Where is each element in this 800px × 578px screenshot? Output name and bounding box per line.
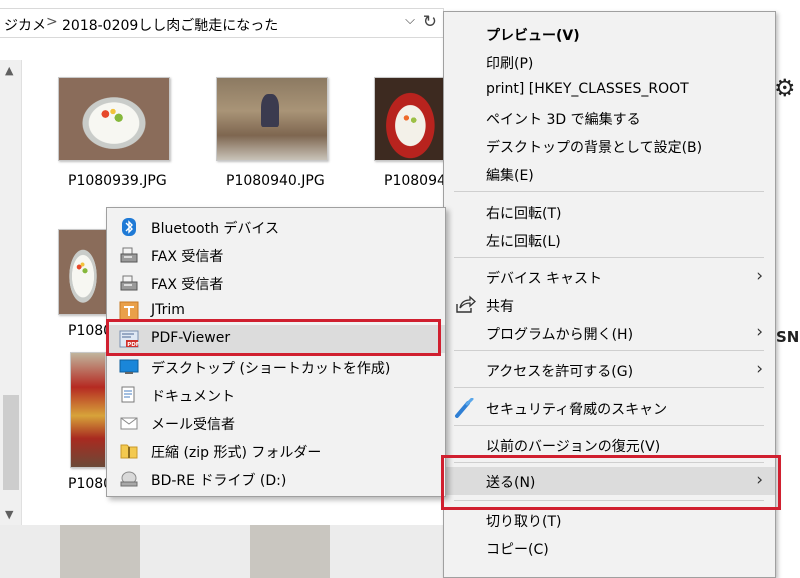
send-to-documents[interactable]: ドキュメント [107, 381, 445, 409]
menu-separator [454, 257, 764, 258]
menu-item-open-with[interactable]: プログラムから開く(H) › [444, 319, 775, 347]
mail-icon [120, 417, 138, 430]
scroll-up-icon[interactable]: ▲ [5, 64, 13, 77]
send-to-mail[interactable]: メール受信者 [107, 409, 445, 437]
background-photo [0, 525, 445, 578]
menu-item-label: プレビュー(V) [486, 28, 580, 44]
file-thumbnail[interactable] [216, 77, 328, 161]
file-name[interactable]: P1080939.JPG [68, 173, 167, 189]
bluetooth-icon [122, 218, 136, 236]
submenu-item-label: FAX 受信者 [151, 277, 224, 293]
defender-icon [455, 398, 474, 418]
address-bar[interactable]: ジカメ > 2018-0209しし肉ご馳走になった ⌵ ↻ [0, 8, 444, 38]
send-to-bd-re-drive[interactable]: BD-RE ドライブ (D:) [107, 465, 445, 493]
menu-item-label: デスクトップの背景として設定(B) [486, 140, 703, 156]
send-to-zip-folder[interactable]: 圧縮 (zip 形式) フォルダー [107, 437, 445, 465]
jtrim-icon [119, 301, 139, 321]
menu-item-label: 共有 [486, 299, 514, 315]
submenu-item-label: ドキュメント [151, 389, 235, 405]
menu-item-rotate-left[interactable]: 左に回転(L) [444, 226, 775, 254]
highlight-box-send-to [441, 455, 781, 510]
send-to-fax[interactable]: FAX 受信者 [107, 241, 445, 269]
menu-item-label: アクセスを許可する(G) [486, 364, 634, 380]
menu-item-print-registry[interactable]: print] [HKEY_CLASSES_ROOT [444, 76, 775, 104]
submenu-item-label: 圧縮 (zip 形式) フォルダー [151, 445, 322, 461]
chevron-right-icon: › [756, 322, 763, 342]
breadcrumb-segment[interactable]: ジカメ [4, 15, 46, 35]
menu-item-label: 以前のバージョンの復元(V) [486, 439, 661, 455]
send-to-fax[interactable]: FAX 受信者 [107, 269, 445, 297]
menu-item-edit[interactable]: 編集(E) [444, 160, 775, 188]
file-thumbnail[interactable] [70, 352, 106, 468]
menu-item-label: 切り取り(T) [486, 514, 562, 530]
file-name[interactable]: P1080940.JPG [226, 173, 325, 189]
menu-item-give-access[interactable]: アクセスを許可する(G) › [444, 356, 775, 384]
documents-icon [121, 386, 135, 403]
menu-item-device-cast[interactable]: デバイス キャスト › [444, 263, 775, 291]
send-to-bluetooth[interactable]: Bluetooth デバイス [107, 213, 445, 241]
submenu-item-label: メール受信者 [151, 417, 235, 433]
chevron-right-icon: › [756, 266, 763, 286]
menu-separator [454, 350, 764, 351]
menu-item-label: セキュリティ脅威のスキャン [486, 402, 668, 418]
file-thumbnail[interactable] [374, 77, 444, 161]
share-icon [456, 295, 476, 313]
chevron-down-icon[interactable]: ⌵ [405, 13, 415, 28]
refresh-icon[interactable]: ↻ [423, 12, 437, 32]
scroll-down-icon[interactable]: ▼ [5, 508, 13, 521]
background-text: SN [776, 328, 800, 346]
submenu-item-label: FAX 受信者 [151, 249, 224, 265]
menu-item-print[interactable]: 印刷(P) [444, 48, 775, 76]
menu-separator [454, 425, 764, 426]
menu-separator [454, 191, 764, 192]
submenu-item-label: デスクトップ (ショートカットを作成) [151, 361, 391, 377]
menu-item-security-scan[interactable]: セキュリティ脅威のスキャン [444, 394, 775, 422]
gear-icon[interactable]: ⚙ [774, 74, 796, 102]
file-thumbnail[interactable] [58, 229, 108, 315]
menu-item-set-desktop-background[interactable]: デスクトップの背景として設定(B) [444, 132, 775, 160]
submenu-item-label: Bluetooth デバイス [151, 221, 279, 237]
menu-item-cut[interactable]: 切り取り(T) [444, 506, 775, 534]
menu-item-share[interactable]: 共有 [444, 291, 775, 319]
menu-item-label: 左に回転(L) [486, 234, 561, 250]
menu-item-label: 編集(E) [486, 168, 534, 184]
file-name[interactable]: P108094 [384, 173, 446, 189]
menu-item-label: プログラムから開く(H) [486, 327, 634, 343]
menu-item-label: デバイス キャスト [486, 271, 603, 287]
menu-item-label: ペイント 3D で編集する [486, 112, 641, 128]
submenu-item-label: JTrim [151, 302, 185, 318]
highlight-box-pdf-viewer [106, 319, 441, 356]
vertical-scrollbar[interactable]: ▲ ▼ [0, 60, 22, 525]
submenu-item-label: BD-RE ドライブ (D:) [151, 473, 287, 489]
fax-icon [120, 275, 138, 291]
scrollbar-thumb[interactable] [3, 395, 19, 490]
menu-item-label: print] [HKEY_CLASSES_ROOT [486, 81, 689, 97]
menu-item-rotate-right[interactable]: 右に回転(T) [444, 198, 775, 226]
menu-item-edit-paint3d[interactable]: ペイント 3D で編集する [444, 104, 775, 132]
zip-folder-icon [120, 444, 138, 459]
menu-item-preview[interactable]: プレビュー(V) [444, 20, 775, 48]
desktop-icon [119, 359, 139, 374]
drive-icon [120, 471, 138, 487]
menu-item-label: 印刷(P) [486, 56, 534, 72]
menu-item-label: コピー(C) [486, 542, 549, 558]
breadcrumb-chevron-icon[interactable]: > [46, 14, 58, 30]
send-to-desktop[interactable]: デスクトップ (ショートカットを作成) [107, 353, 445, 381]
file-thumbnail[interactable] [58, 77, 170, 161]
menu-item-label: 右に回転(T) [486, 206, 562, 222]
fax-icon [120, 247, 138, 263]
menu-item-copy[interactable]: コピー(C) [444, 534, 775, 562]
chevron-right-icon: › [756, 359, 763, 379]
breadcrumb-segment[interactable]: 2018-0209しし肉ご馳走になった [62, 15, 278, 35]
menu-separator [454, 387, 764, 388]
